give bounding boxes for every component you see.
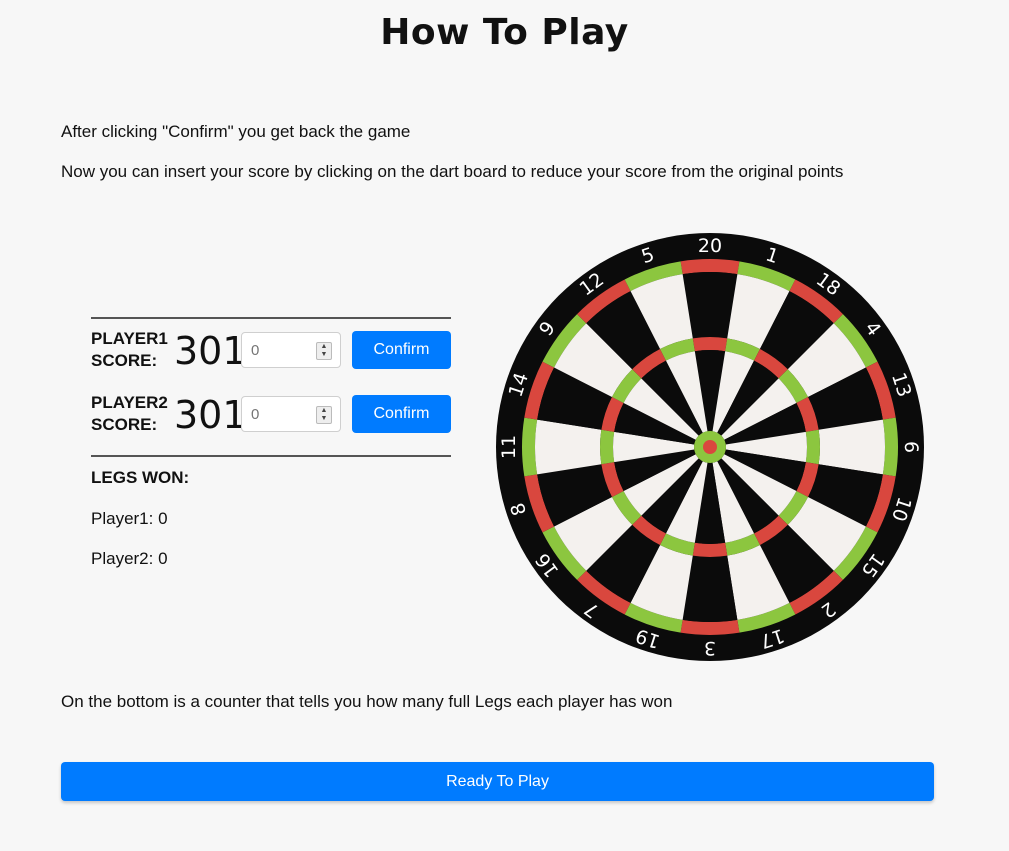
triple-segment-11[interactable] xyxy=(600,429,615,465)
instruction-text-1: After clicking "Confirm" you get back th… xyxy=(61,122,411,141)
player2-score-input[interactable]: ▲▼ xyxy=(241,396,341,432)
double-segment-20[interactable] xyxy=(680,259,740,275)
board-number-6: 6 xyxy=(900,441,922,453)
stepper-icon[interactable]: ▲ ▼ xyxy=(316,406,332,424)
legs-player1: Player1: 0 xyxy=(91,509,168,528)
instruction-text-2: Now you can insert your score by clickin… xyxy=(61,162,844,181)
scoreboard-panel: PLAYER1 SCORE: 301 ▲▼ Confirm PLAYER2 SC… xyxy=(91,317,451,568)
top-divider xyxy=(91,317,451,319)
player1-score-input[interactable]: ▲▼ xyxy=(241,332,341,368)
triple-segment-20[interactable] xyxy=(692,337,728,352)
instruction-text-3: On the bottom is a counter that tells yo… xyxy=(61,692,673,711)
triple-segment-6[interactable] xyxy=(805,429,820,465)
stepper-icon[interactable]: ▲ ▼ xyxy=(316,342,332,360)
player1-confirm-button[interactable]: Confirm xyxy=(352,331,451,369)
triple-segment-3[interactable] xyxy=(692,542,728,557)
player2-label: PLAYER2 SCORE: xyxy=(91,393,168,434)
ready-to-play-button[interactable]: Ready To Play xyxy=(61,762,934,801)
board-number-3: 3 xyxy=(704,637,716,659)
bullseye[interactable] xyxy=(703,440,717,454)
player1-row: PLAYER1 SCORE: 301 ▲▼ Confirm xyxy=(91,329,451,373)
board-number-20: 20 xyxy=(698,235,722,257)
double-segment-6[interactable] xyxy=(882,417,898,477)
legs-won-title: LEGS WON: xyxy=(91,468,190,487)
player2-score-field[interactable] xyxy=(242,397,321,431)
player2-row: PLAYER2 SCORE: 301 ▲▼ Confirm xyxy=(91,393,451,437)
double-segment-3[interactable] xyxy=(680,619,740,635)
bottom-divider xyxy=(91,455,451,457)
player2-score: 301 xyxy=(174,393,247,437)
player1-score-field[interactable] xyxy=(242,333,321,367)
page-title: How To Play xyxy=(380,12,629,53)
board-number-11: 11 xyxy=(498,435,520,459)
dartboard[interactable]: 20 11841361015217319716811149125 xyxy=(495,232,925,662)
player2-confirm-button[interactable]: Confirm xyxy=(352,395,451,433)
player1-label: PLAYER1 SCORE: xyxy=(91,329,168,370)
legs-player2: Player2: 0 xyxy=(91,549,168,568)
double-segment-11[interactable] xyxy=(522,417,538,477)
player1-score: 301 xyxy=(174,329,247,373)
